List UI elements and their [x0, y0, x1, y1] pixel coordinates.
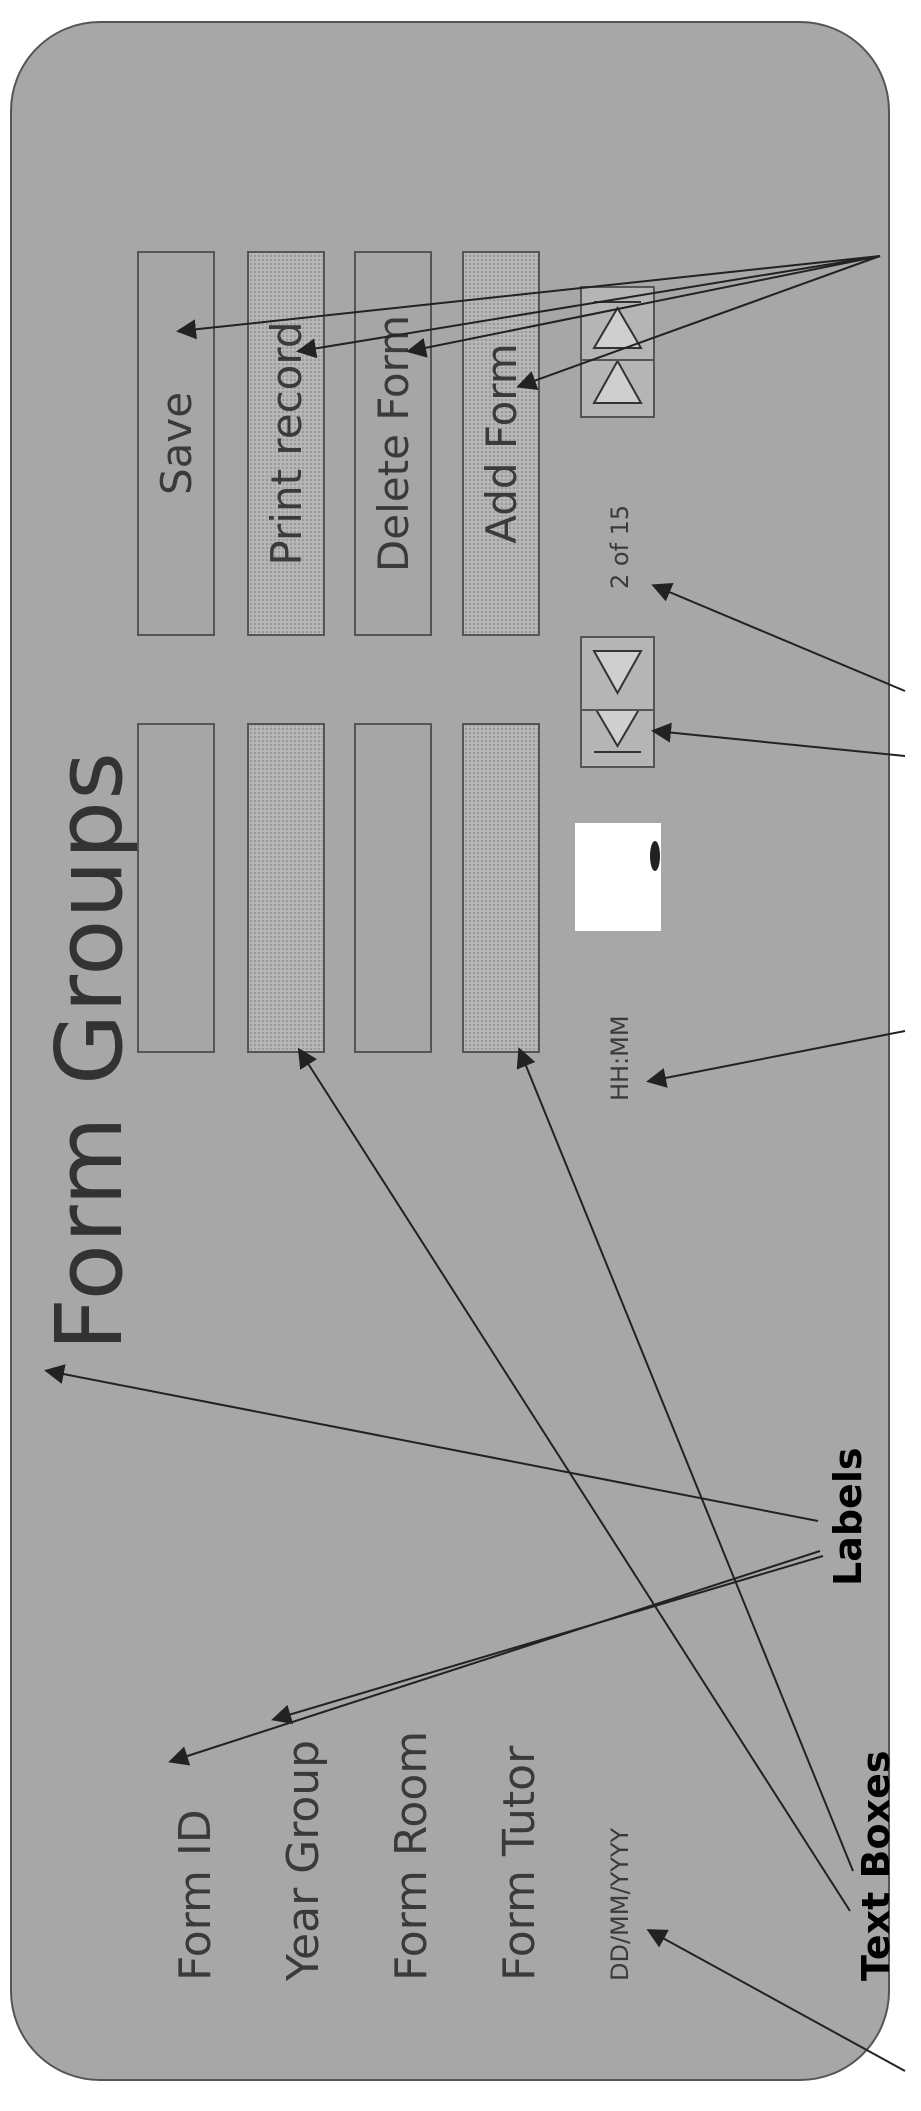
- form-diagram-canvas: Form Groups Form ID Year Group Form Room…: [0, 0, 921, 2111]
- annotation-arrows: [44, 255, 906, 2072]
- arrow-to-record-counter: [651, 582, 906, 692]
- arrow-to-form-tutor-textbox: [516, 1047, 854, 1872]
- arrow-to-print-record: [296, 255, 881, 359]
- arrow-to-date: [646, 1929, 906, 2072]
- arrow-to-time: [646, 1030, 906, 1088]
- arrow-to-nav-buttons: [651, 722, 906, 757]
- arrow-to-delete-form: [406, 255, 881, 358]
- arrow-to-form-id-label: [168, 1550, 821, 1766]
- arrow-to-year-group-label: [271, 1555, 824, 1725]
- arrow-to-year-group-textbox: [297, 1047, 851, 1912]
